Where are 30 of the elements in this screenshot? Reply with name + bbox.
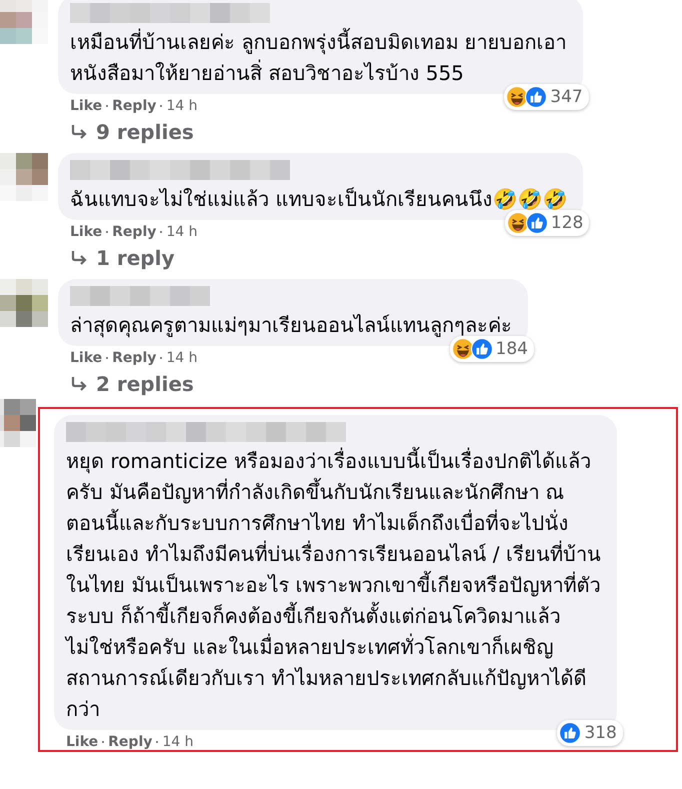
comment-action-link[interactable]: Like [70,350,102,366]
reply-arrow-icon [70,249,88,267]
comment-action-link[interactable]: Reply [108,734,152,750]
laughing-face-icon [506,212,529,234]
reaction-badge[interactable]: 347 [504,84,589,110]
comment-action-link[interactable]: Like [66,734,98,750]
timestamp: 14 h [162,734,194,750]
reaction-badge[interactable]: 128 [504,210,590,236]
thumbs-up-icon [470,338,493,360]
view-replies-link[interactable]: 9 replies [96,120,194,144]
reaction-badge[interactable]: 184 [450,336,534,362]
comment-action-link[interactable]: Reply [112,98,156,114]
reply-arrow-icon [70,123,88,141]
comment-action-link[interactable]: Like [70,98,102,114]
laughing-face-icon [506,86,528,108]
thumbs-up-icon [525,86,548,108]
timestamp: 14 h [166,98,198,114]
thumbs-up-icon [559,722,582,744]
comment-text: ฉันแทบจะไม่ใช่แม่แล้ว แทบจะเป็นนักเรียนคนนึง🤣🤣🤣 [70,186,568,213]
comment-action-link[interactable]: Reply [112,224,156,240]
thumbs-up-icon [526,212,548,234]
view-replies-link[interactable]: 1 reply [96,246,175,270]
timestamp: 14 h [166,224,198,240]
reaction-badge[interactable]: 318 [557,720,623,746]
timestamp: 14 h [166,350,198,366]
view-replies-link[interactable]: 2 replies [96,372,194,396]
reply-arrow-icon [70,375,88,393]
laughing-face-icon [452,338,474,360]
comment-action-link[interactable]: Reply [112,350,156,366]
comment-action-link[interactable]: Like [70,224,102,240]
